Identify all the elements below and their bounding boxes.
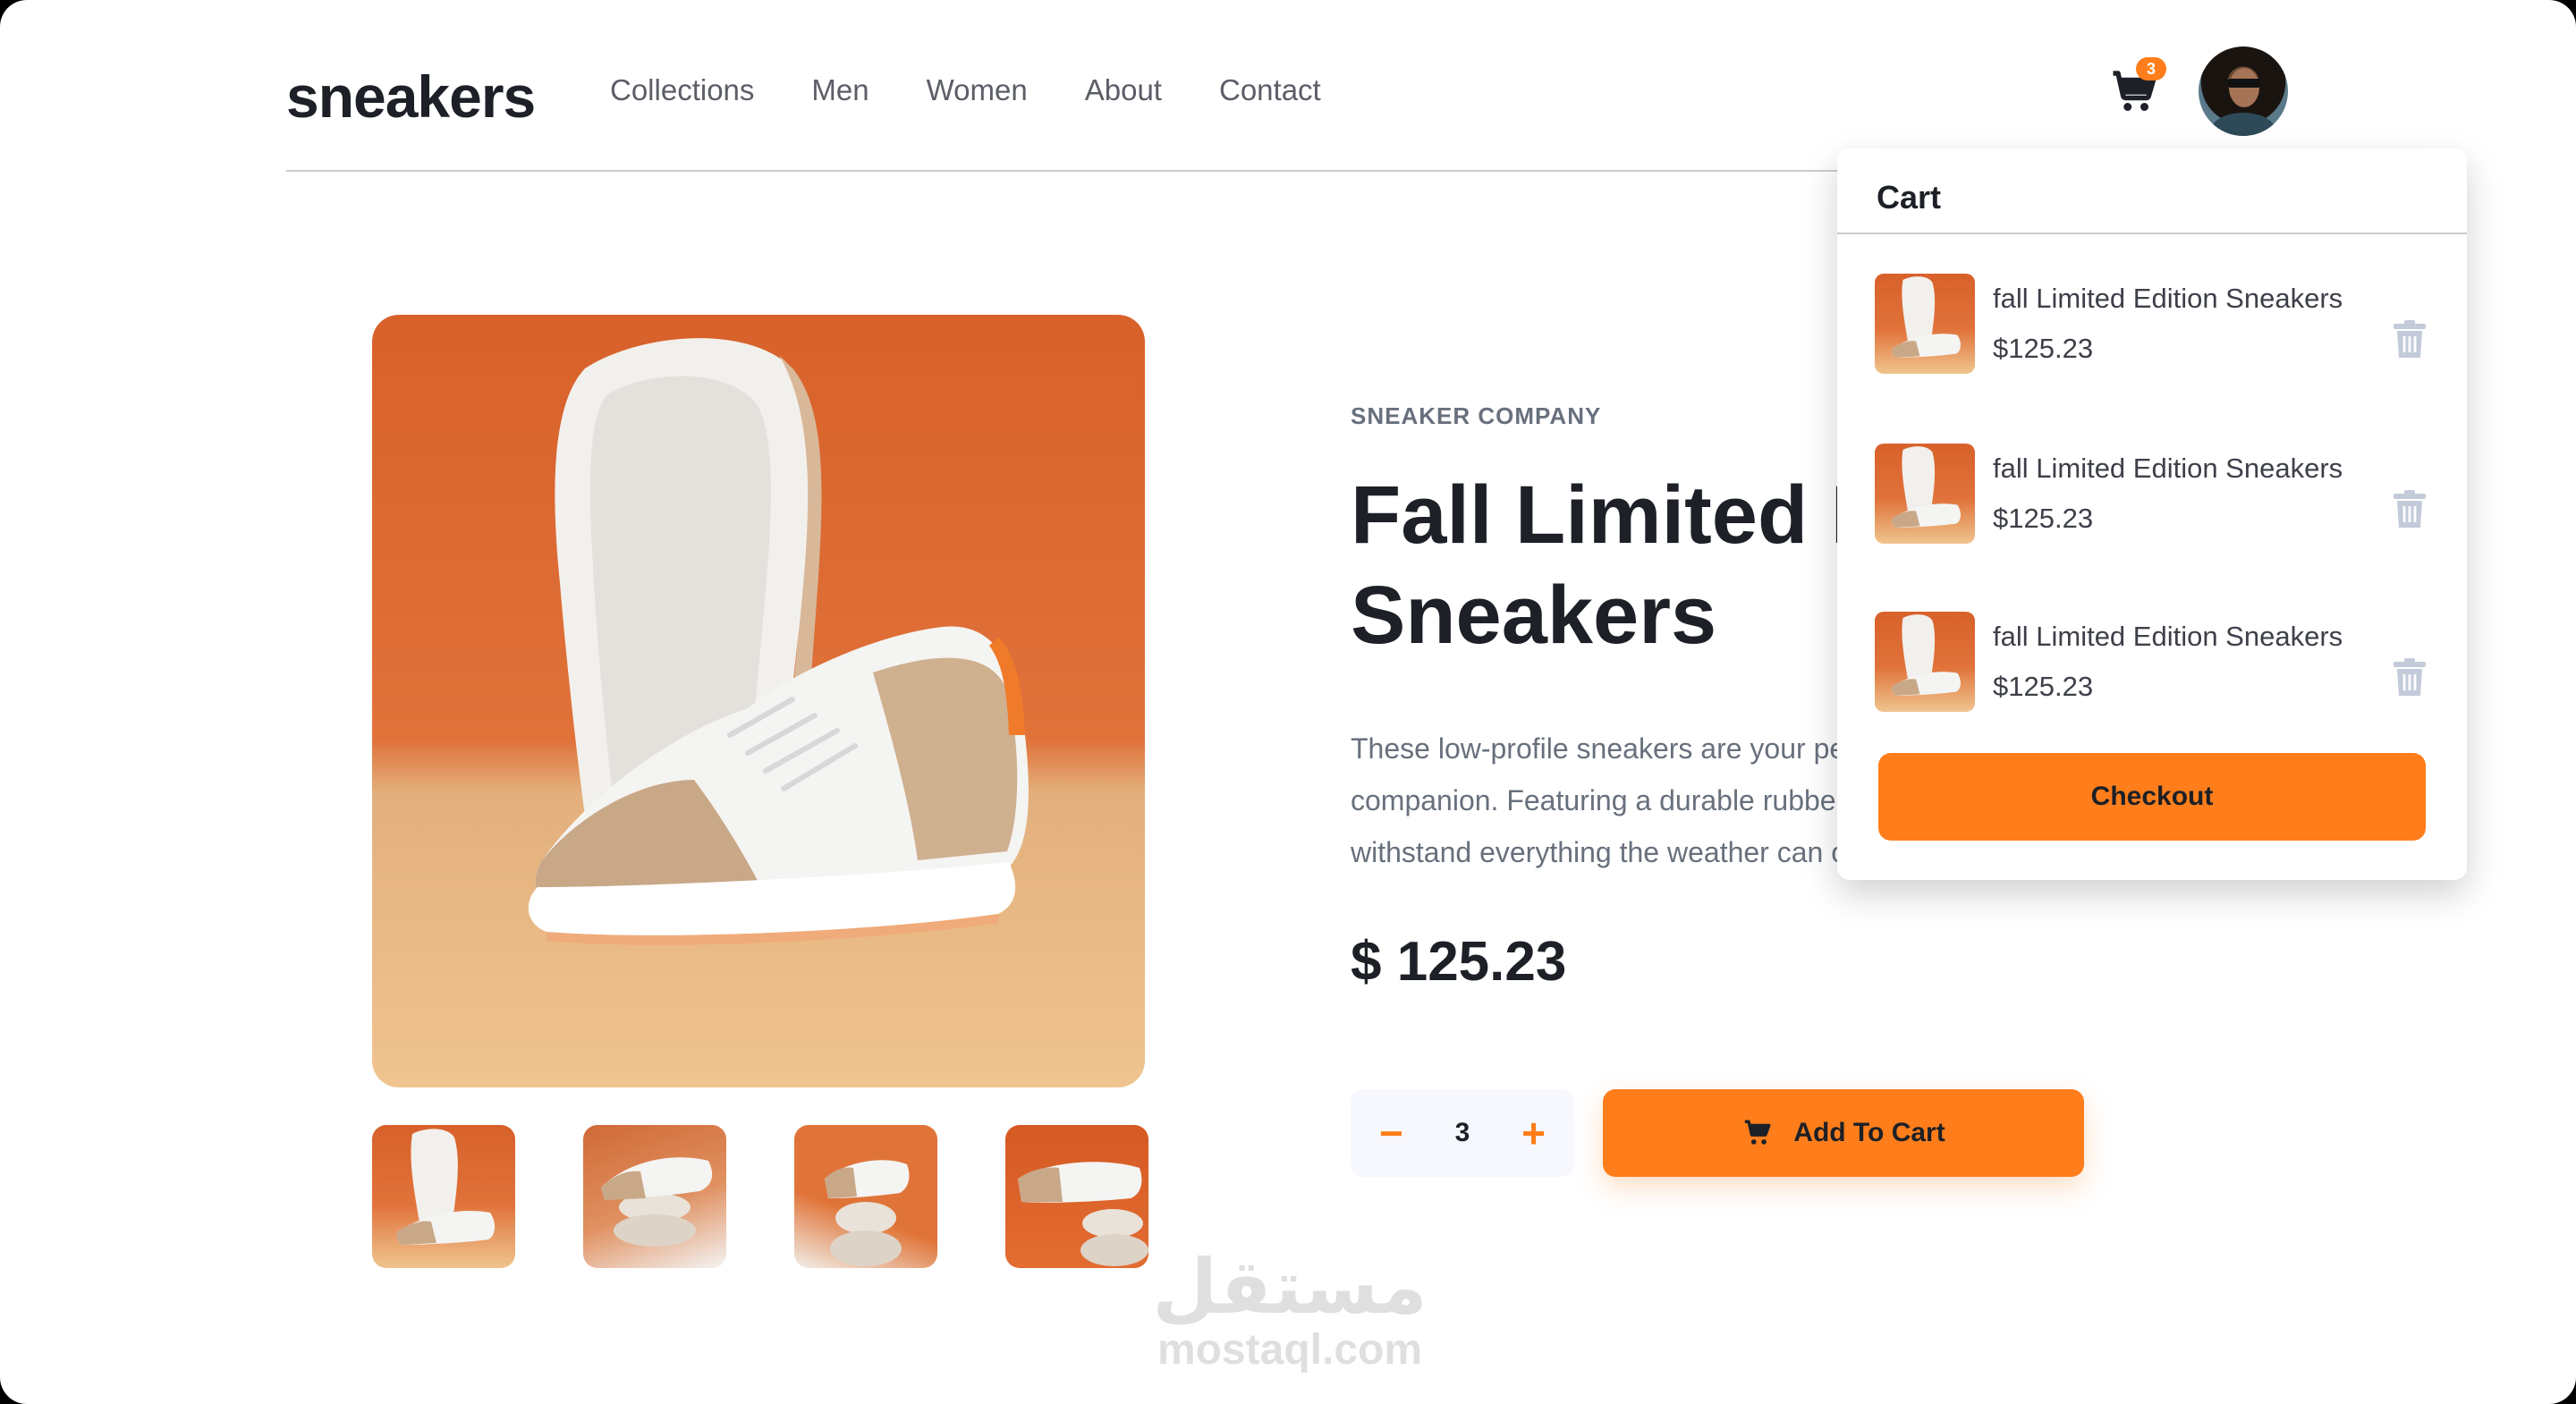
avatar-shirt (2211, 113, 2275, 136)
quantity-value: 3 (1454, 1118, 1470, 1147)
avatar-face (2229, 68, 2259, 107)
plus-icon[interactable]: + (1521, 1112, 1546, 1154)
cart-item: fall Limited Edition Sneakers $125.23 (1875, 612, 2429, 714)
cart-item-image (1875, 612, 1975, 712)
checkout-button[interactable]: Checkout (1878, 753, 2426, 841)
cart-icon (1745, 1120, 1771, 1145)
cart-item-image (1875, 444, 1975, 544)
company-name: SNEAKER COMPANY (1351, 402, 1602, 429)
thumbnail-strip (372, 1125, 1150, 1268)
logo[interactable]: sneakers (286, 63, 536, 131)
user-avatar[interactable] (2199, 47, 2288, 136)
minus-icon[interactable]: − (1379, 1112, 1403, 1154)
trash-icon[interactable] (2392, 658, 2428, 698)
add-to-cart-button[interactable]: Add To Cart (1603, 1089, 2084, 1177)
cart-item-price: $125.23 (1993, 333, 2094, 364)
add-to-cart-label: Add To Cart (1793, 1118, 1945, 1147)
quantity-stepper: − 3 + (1351, 1089, 1574, 1177)
main-nav: Collections Men Women About Contact (610, 73, 1321, 107)
cart-item: fall Limited Edition Sneakers $125.23 (1875, 444, 2429, 546)
avatar-glasses (2227, 79, 2261, 88)
thumbnail-3[interactable] (794, 1125, 937, 1268)
trash-icon[interactable] (2392, 320, 2428, 359)
cart-item-price: $125.23 (1993, 671, 2094, 702)
product-main-image[interactable] (372, 315, 1145, 1087)
trash-icon[interactable] (2392, 490, 2428, 529)
cart-item-name: fall Limited Edition Sneakers (1993, 283, 2343, 314)
thumbnail-1[interactable] (372, 1125, 515, 1268)
product-price: $ 125.23 (1351, 931, 1567, 993)
cart-item-name: fall Limited Edition Sneakers (1993, 621, 2343, 652)
nav-link-men[interactable]: Men (811, 73, 869, 107)
cart-item-name: fall Limited Edition Sneakers (1993, 452, 2343, 484)
nav-link-collections[interactable]: Collections (610, 73, 754, 107)
watermark-arabic: مستقل (1152, 1243, 1428, 1331)
page: sneakers Collections Men Women About Con… (0, 0, 2576, 1404)
watermark-latin: mostaql.com (1157, 1326, 1423, 1374)
thumbnail-2[interactable] (583, 1125, 726, 1268)
cart-item: fall Limited Edition Sneakers $125.23 (1875, 274, 2429, 376)
nav-link-about[interactable]: About (1085, 73, 1162, 107)
cart-count-badge: 3 (2136, 57, 2166, 80)
thumbnail-4[interactable] (1005, 1125, 1148, 1268)
nav-link-women[interactable]: Women (927, 73, 1028, 107)
cart-item-image (1875, 274, 1975, 374)
watermark: مستقل mostaql.com (1129, 1243, 1451, 1377)
nav-link-contact[interactable]: Contact (1219, 73, 1321, 107)
cart-divider (1837, 233, 2467, 234)
cart-item-price: $125.23 (1993, 503, 2094, 534)
cart-title: Cart (1877, 179, 1942, 216)
cart-dropdown: Cart fall Limited Edition Sneakers $125.… (1837, 148, 2467, 880)
